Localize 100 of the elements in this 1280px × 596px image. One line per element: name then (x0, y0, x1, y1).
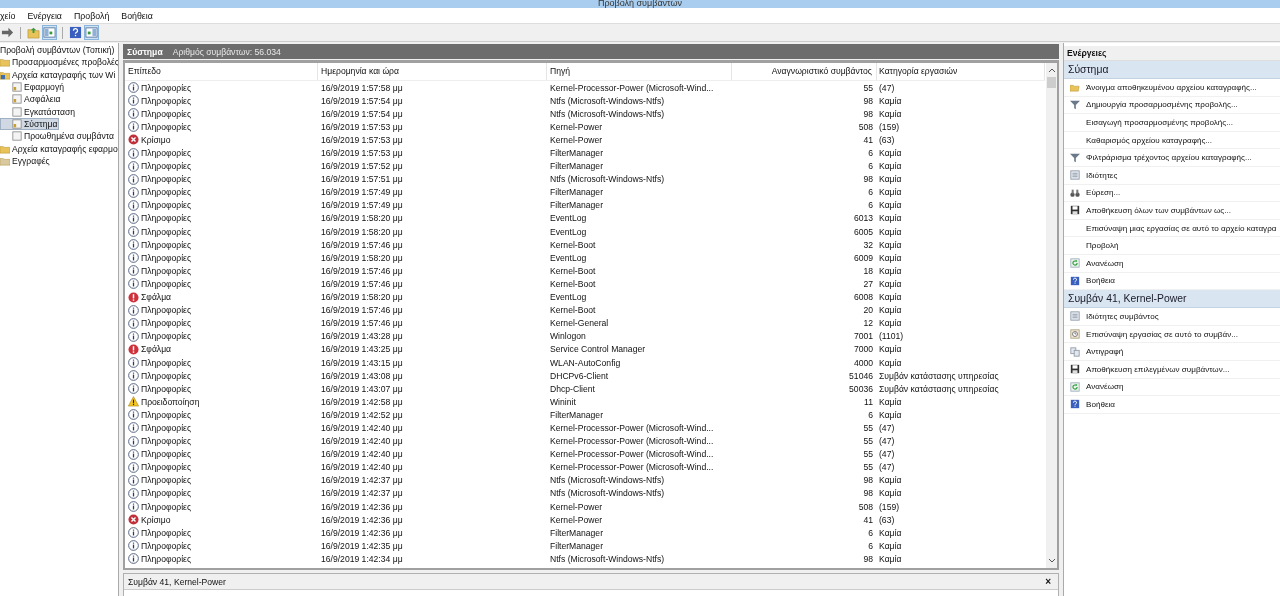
section-header[interactable]: Σύστημα (1064, 61, 1280, 79)
action-link[interactable]: Δημιουργία προσαρμοσμένης προβολής... (1086, 100, 1238, 110)
close-button[interactable]: × (1042, 576, 1054, 587)
table-cell: Σφάλμα (141, 344, 172, 355)
action-link[interactable]: Ιδιότητες (1086, 170, 1118, 180)
menu-item[interactable]: Προβολή (70, 10, 114, 21)
action-link[interactable]: Εισαγωγή προσαρμοσμένης προβολής... (1086, 118, 1234, 127)
action-link[interactable]: Ιδιότητες συμβάντος (1086, 311, 1159, 321)
table-cell: Πληροφορίες (141, 540, 192, 551)
column-header[interactable]: Αναγνωριστικό συμβάντος (732, 63, 877, 80)
folder-icon (0, 57, 10, 68)
column-header[interactable]: Κατηγορία εργασιών (877, 63, 1045, 80)
column-header[interactable]: Πηγή (547, 63, 732, 80)
folder-icon[interactable] (27, 26, 40, 39)
tree-item[interactable]: Προβολή συμβάντων (Τοπική) (0, 44, 117, 57)
menu-item[interactable]: Βοήθεια (118, 10, 157, 21)
table-cell-text: Ntfs (Microsoft-Windows-Ntfs) (549, 95, 666, 106)
tree-item[interactable]: Ασφάλεια (0, 93, 63, 106)
table-cell: Πληροφορίες (141, 357, 192, 368)
table-cell-text: 41 (862, 514, 874, 525)
table-cell: Πληροφορίες (141, 318, 192, 329)
section-header[interactable]: Συμβάν 41, Kernel-Power (1064, 290, 1280, 309)
table-cell-text: 16/9/2019 1:42:40 μμ (320, 423, 404, 433)
action-link[interactable]: Καθαρισμός αρχείου καταγραφής... (1086, 135, 1213, 145)
table-cell-text: WLAN-AutoConfig (549, 357, 622, 368)
table-cell-text: 7000 (852, 344, 874, 355)
log-title: Σύστημα (127, 46, 163, 57)
tree-item[interactable]: Αρχεία καταγραφής εφαρμο (0, 142, 118, 155)
table-cell: Πληροφορίες (141, 95, 192, 106)
table-cell-text: 98 (862, 95, 874, 106)
copy-icon (1070, 346, 1080, 357)
menu-item[interactable]: Ενέργεια (24, 10, 66, 21)
column-header[interactable]: Επίπεδο (125, 63, 318, 80)
table-cell-text: 6 (867, 200, 874, 211)
info-icon (128, 422, 139, 434)
help-icon[interactable] (69, 26, 82, 39)
info-icon (128, 461, 139, 473)
action-link[interactable]: Βοήθεια (1086, 399, 1115, 409)
info-icon (128, 82, 139, 94)
tree-item[interactable]: Προωθημένα συμβάντα (0, 130, 116, 143)
action-link[interactable]: Αποθήκευση όλων των συμβάντων ως... (1086, 205, 1231, 215)
table-cell-text: 51046 (848, 370, 874, 381)
scroll-down-icon[interactable] (1047, 558, 1056, 564)
scroll-up-icon[interactable] (1047, 67, 1056, 73)
refresh-icon (1070, 258, 1080, 269)
pane-icon[interactable] (85, 26, 98, 39)
table-cell-text: 16/9/2019 1:57:46 μμ (320, 318, 404, 329)
action-link[interactable]: Φιλτράρισμα τρέχοντος αρχείου καταγραφής... (1086, 153, 1252, 163)
pane-icon[interactable] (43, 26, 56, 39)
menu-item[interactable]: χείο (0, 10, 20, 21)
table-cell: Πληροφορίες (141, 148, 192, 158)
filter-icon (1070, 152, 1080, 163)
tree-item[interactable]: Προσαρμοσμένες προβολές (0, 56, 118, 69)
table-cell-text: (47) (878, 82, 896, 93)
table-cell-text: 6008 (852, 292, 874, 303)
info-icon (128, 383, 139, 395)
info-icon (128, 527, 139, 539)
action-link[interactable]: Ανανέωση (1086, 258, 1124, 268)
table-cell-text: Καμία (878, 527, 903, 538)
table-cell-text: 6013 (852, 213, 874, 224)
table-cell-text: Winlogon (549, 331, 587, 342)
info-icon (128, 173, 139, 185)
table-cell: Πληροφορίες (141, 383, 192, 394)
table-cell: Πληροφορίες (141, 239, 192, 250)
tree-item[interactable]: Εφαρμογή (0, 80, 66, 94)
tree-item[interactable]: Εγκατάσταση (0, 105, 78, 118)
table-cell-text: (159) (878, 501, 901, 512)
action-link[interactable]: Αντιγραφή (1086, 347, 1124, 357)
table-cell-text: 50036 (848, 383, 874, 394)
table-cell-text: 11 (863, 396, 874, 407)
tree-item[interactable]: Αρχεία καταγραφής των Wi (0, 68, 118, 81)
tree-item[interactable]: Εγγραφές (0, 154, 52, 167)
forward-arrow-icon[interactable] (1, 26, 14, 39)
action-link[interactable]: Ανανέωση (1086, 382, 1124, 392)
table-cell-text: (47) (878, 462, 896, 473)
action-link[interactable]: Άνοιγμα αποθηκευμένου αρχείου καταγραφής... (1086, 82, 1257, 92)
table-cell: Πληροφορίες (141, 82, 192, 93)
scrollbar[interactable] (1046, 63, 1057, 568)
table-cell: Πληροφορίες (141, 409, 192, 420)
error-icon (128, 343, 139, 355)
table-cell-text: FilterManager (549, 540, 604, 551)
info-icon (128, 487, 139, 499)
column-header[interactable]: Ημερομηνία και ώρα (318, 63, 547, 80)
action-link[interactable]: Προβολή (1086, 241, 1119, 251)
table-cell-text: Καμία (878, 318, 903, 329)
scroll-thumb[interactable] (1047, 77, 1056, 88)
action-link[interactable]: Εύρεση... (1086, 188, 1121, 198)
table-cell-text: 41 (862, 134, 874, 145)
action-link[interactable]: Επισύναψη μιας εργασίας σε αυτό το αρχείο καταγρα (1086, 223, 1277, 233)
info-icon (128, 448, 139, 460)
table-cell-text: 16/9/2019 1:43:28 μμ (320, 331, 404, 342)
info-icon (128, 370, 139, 382)
table-cell-text: Καμία (878, 278, 903, 289)
action-link[interactable]: Βοήθεια (1086, 276, 1115, 286)
action-link[interactable]: Επισύναψη εργασίας σε αυτό το συμβάν... (1086, 329, 1238, 339)
table-cell-text: Συμβάν κατάστασης υπηρεσίας (878, 370, 1000, 381)
action-link[interactable]: Αποθήκευση επιλεγμένων συμβάντων... (1086, 364, 1230, 374)
tree-item[interactable]: Σύστημα (0, 117, 60, 131)
table-cell-text: FilterManager (549, 148, 604, 158)
table-cell-text: Καμία (878, 396, 903, 407)
